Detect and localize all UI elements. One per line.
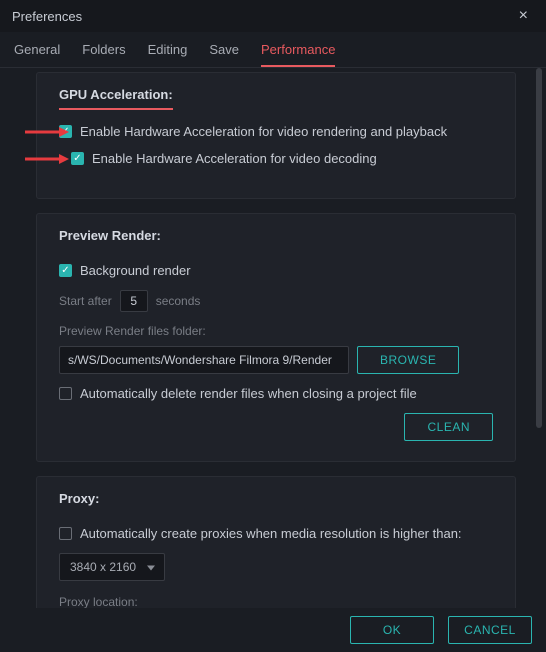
arrow-icon [25, 126, 69, 138]
checkbox-auto-delete[interactable] [59, 387, 72, 400]
auto-proxy-label: Automatically create proxies when media … [80, 526, 462, 541]
ok-button[interactable]: OK [350, 616, 434, 644]
start-after-label: Start after [59, 294, 112, 308]
clean-button[interactable]: CLEAN [404, 413, 493, 441]
scrollbar[interactable] [536, 68, 542, 428]
checkbox-background-render[interactable]: ✓ [59, 264, 72, 277]
arrow-icon [25, 153, 69, 165]
proxy-heading: Proxy: [59, 491, 99, 512]
window-title: Preferences [12, 9, 82, 24]
checkbox-gpu-decoding[interactable]: ✓ [71, 152, 84, 165]
browse-button[interactable]: BROWSE [357, 346, 459, 374]
section-proxy: Proxy: Automatically create proxies when… [36, 476, 516, 608]
proxy-location-label: Proxy location: [59, 595, 493, 608]
proxy-resolution-value: 3840 x 2160 [70, 560, 136, 574]
start-after-input[interactable] [120, 290, 148, 312]
gpu-opt1-label: Enable Hardware Acceleration for video r… [80, 124, 447, 139]
close-icon[interactable]: × [513, 5, 534, 27]
proxy-resolution-select[interactable]: 3840 x 2160 [59, 553, 165, 581]
section-gpu: GPU Acceleration: ✓ Enable Hardware Acce… [36, 72, 516, 199]
preview-heading: Preview Render: [59, 228, 161, 249]
checkbox-auto-proxy[interactable] [59, 527, 72, 540]
preview-folder-input[interactable] [59, 346, 349, 374]
preview-folder-label: Preview Render files folder: [59, 324, 493, 338]
footer: OK CANCEL [0, 608, 546, 652]
content-scroll[interactable]: GPU Acceleration: ✓ Enable Hardware Acce… [0, 62, 534, 608]
bg-render-label: Background render [80, 263, 191, 278]
seconds-label: seconds [156, 294, 201, 308]
gpu-heading: GPU Acceleration: [59, 87, 173, 110]
auto-delete-label: Automatically delete render files when c… [80, 386, 417, 401]
cancel-button[interactable]: CANCEL [448, 616, 532, 644]
section-preview: Preview Render: ✓ Background render Star… [36, 213, 516, 462]
gpu-opt2-label: Enable Hardware Acceleration for video d… [92, 151, 377, 166]
titlebar: Preferences × [0, 0, 546, 32]
